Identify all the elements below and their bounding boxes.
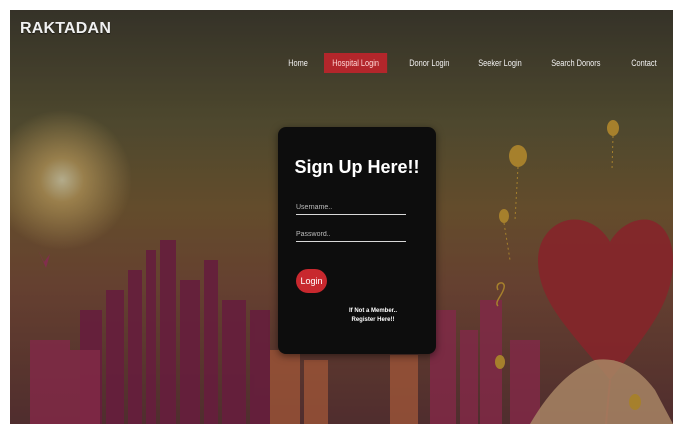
main-nav: Home Hospital Login Donor Login Seeker L…	[280, 52, 673, 74]
card-title: Sign Up Here!!	[294, 157, 420, 177]
username-input[interactable]	[296, 200, 406, 215]
nav-hospital-login[interactable]: Hospital Login	[324, 53, 388, 73]
register-link[interactable]: If Not a Member.. Register Here!!	[328, 307, 418, 325]
brand-logo[interactable]: RAKTADAN	[20, 20, 111, 38]
background-hero: RAKTADAN Home Hospital Login Donor Login…	[10, 10, 673, 424]
register-note-line1: If Not a Member..	[348, 308, 397, 314]
register-note-line2: Register Here!!	[351, 317, 395, 323]
login-button[interactable]: Login	[296, 269, 327, 293]
nav-seeker-login[interactable]: Seeker Login	[470, 53, 530, 73]
password-input[interactable]	[296, 227, 406, 242]
nav-donor-login[interactable]: Donor Login	[401, 53, 458, 73]
nav-search-donors[interactable]: Search Donors	[543, 53, 609, 73]
nav-home[interactable]: Home	[280, 53, 316, 73]
nav-contact[interactable]: Contact	[623, 53, 665, 73]
login-card: Sign Up Here!! Login If Not a Member.. R…	[278, 127, 436, 354]
